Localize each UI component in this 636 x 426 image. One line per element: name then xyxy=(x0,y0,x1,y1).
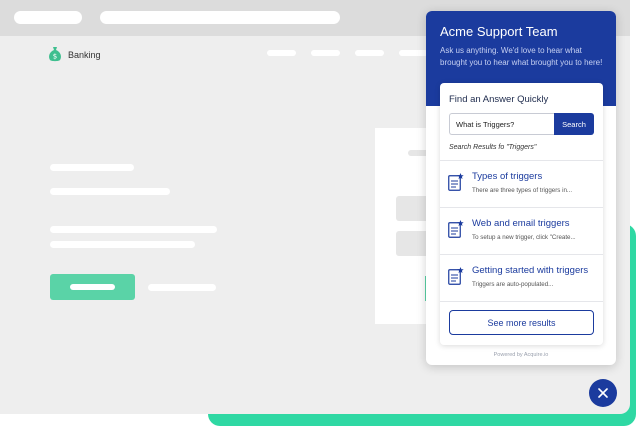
address-bar-placeholder xyxy=(100,11,340,24)
search-result-item[interactable]: Web and email triggers To setup a new tr… xyxy=(440,207,603,253)
widget-subtitle: Ask us anything. We'd love to hear what … xyxy=(440,46,603,67)
divider xyxy=(440,301,603,302)
cta-button-placeholder xyxy=(50,274,135,300)
search-input[interactable] xyxy=(449,113,555,135)
svg-text:$: $ xyxy=(53,53,57,61)
widget-title: Acme Support Team xyxy=(440,24,558,39)
article-icon xyxy=(448,173,464,191)
nav-link-placeholder xyxy=(311,50,340,56)
result-snippet: To setup a new trigger, click "Create... xyxy=(472,234,576,241)
nav-link-placeholder xyxy=(399,50,428,56)
search-section-title: Find an Answer Quickly xyxy=(449,94,549,105)
support-chat-widget: Acme Support Team Ask us anything. We'd … xyxy=(426,11,616,365)
text-line-placeholder xyxy=(50,164,134,171)
result-title: Getting started with triggers xyxy=(472,265,589,276)
close-icon xyxy=(598,388,608,398)
nav-link-placeholder xyxy=(355,50,384,56)
result-title: Types of triggers xyxy=(472,171,543,182)
results-label: Search Results fo "Triggers" xyxy=(449,144,537,151)
text-line-placeholder xyxy=(148,284,216,291)
money-bag-icon: $ xyxy=(49,47,61,62)
brand-name: Banking xyxy=(68,50,101,60)
article-icon xyxy=(448,267,464,285)
result-snippet: There are three types of triggers in... xyxy=(472,187,573,194)
text-line-placeholder xyxy=(50,226,217,233)
result-snippet: Triggers are auto-populated... xyxy=(472,281,554,288)
text-line-placeholder xyxy=(50,188,170,195)
see-more-results-button[interactable]: See more results xyxy=(449,310,594,335)
powered-by-footer: Powered by Acquire.io xyxy=(493,352,549,358)
result-title: Web and email triggers xyxy=(472,218,570,229)
article-icon xyxy=(448,220,464,238)
nav-link-placeholder xyxy=(267,50,296,56)
search-button[interactable]: Search xyxy=(554,113,594,135)
stage: $ Banking Acme Support Team Ask us anyth… xyxy=(0,0,636,426)
answer-search-card: Find an Answer Quickly Search Search Res… xyxy=(440,83,603,345)
search-result-item[interactable]: Getting started with triggers Triggers a… xyxy=(440,254,603,300)
close-widget-button[interactable] xyxy=(589,379,617,407)
search-result-item[interactable]: Types of triggers There are three types … xyxy=(440,160,603,206)
text-line-placeholder xyxy=(50,241,195,248)
browser-tab-placeholder xyxy=(14,11,82,24)
